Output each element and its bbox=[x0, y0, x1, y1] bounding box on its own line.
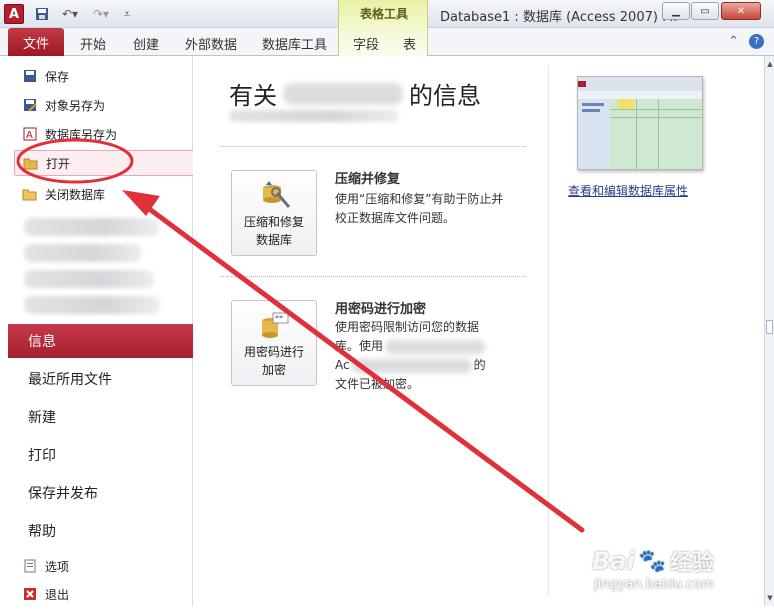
baidu-watermark: Bai 🐾 经验 jingyan.baidu.com bbox=[592, 545, 762, 597]
backstage-tab-info[interactable]: 信息 bbox=[8, 324, 201, 358]
save-as-icon bbox=[22, 97, 38, 113]
cmd-save-object-as[interactable]: 对象另存为 bbox=[8, 93, 193, 117]
open-folder-icon bbox=[23, 155, 39, 171]
scroll-thumb[interactable] bbox=[766, 320, 773, 334]
cmd-open[interactable]: 打开 bbox=[14, 150, 194, 176]
encrypt-desc: 使用密码限制访问您的数据 库。使用 Ac 的 文件已被加密。 bbox=[335, 320, 486, 391]
thumbnail-image bbox=[578, 77, 702, 169]
maximize-button[interactable]: ▭ bbox=[691, 2, 719, 20]
cmd-save[interactable]: 保存 bbox=[8, 64, 193, 88]
context-group-label: 表格工具 bbox=[359, 7, 408, 21]
section-divider bbox=[221, 276, 526, 277]
access-app-icon[interactable]: A bbox=[4, 4, 24, 24]
svg-text:A: A bbox=[26, 130, 33, 141]
save-icon bbox=[22, 68, 38, 84]
baidu-brand-text: Bai bbox=[592, 547, 635, 575]
tab-file[interactable]: 文件 bbox=[8, 28, 64, 56]
help-icon[interactable]: ? bbox=[749, 34, 764, 49]
backstage-tab-help[interactable]: 帮助 bbox=[8, 514, 193, 548]
qat-redo-icon[interactable]: ↷▾ bbox=[89, 5, 113, 23]
backstage-tab-print[interactable]: 打印 bbox=[8, 438, 193, 472]
database-thumbnail[interactable] bbox=[577, 76, 703, 170]
backstage-tab-recent[interactable]: 最近所用文件 bbox=[8, 362, 193, 396]
compact-repair-title: 压缩并修复 bbox=[335, 172, 401, 187]
redacted-path bbox=[229, 110, 399, 122]
recent-file-blurred[interactable] bbox=[24, 270, 154, 288]
backstage-sidebar: 保存 对象另存为 A 数据库另存为 打开 关闭数据库 信息 最近所用文件 新建 … bbox=[8, 56, 201, 606]
minimize-ribbon-icon[interactable]: ⌃ bbox=[728, 34, 739, 49]
redacted-text bbox=[385, 339, 486, 354]
compact-repair-desc: 使用“压缩和修复”有助于防止并校正数据库文件问题。 bbox=[335, 192, 504, 225]
svg-text:**: ** bbox=[275, 314, 283, 323]
table-tools-context-group: 表格工具 字段 表 bbox=[338, 0, 428, 56]
recent-file-blurred[interactable] bbox=[24, 244, 142, 262]
tab-home[interactable]: 开始 bbox=[80, 34, 106, 53]
cmd-exit[interactable]: 退出 bbox=[8, 582, 193, 606]
backstage-tab-save-publish[interactable]: 保存并发布 bbox=[8, 476, 193, 510]
database-save-as-icon: A bbox=[22, 126, 38, 142]
info-heading: 有关 的信息 bbox=[229, 82, 481, 110]
baidu-url-text: jingyan.baidu.com bbox=[594, 577, 714, 592]
scroll-down-icon[interactable]: ▼ bbox=[765, 592, 774, 604]
qat-customize-icon[interactable]: ⩡ bbox=[120, 5, 134, 23]
section-divider bbox=[221, 146, 526, 147]
tab-fields[interactable]: 字段 bbox=[353, 34, 379, 53]
close-folder-icon bbox=[22, 186, 38, 202]
recent-file-blurred[interactable] bbox=[24, 296, 160, 314]
minimize-button[interactable]: ▁ bbox=[662, 2, 690, 20]
compact-repair-icon bbox=[263, 181, 291, 208]
baidu-jingyan-text: 经验 bbox=[670, 551, 715, 576]
cmd-close-database[interactable]: 关闭数据库 bbox=[8, 182, 193, 206]
view-edit-properties-link[interactable]: 查看和编辑数据库属性 bbox=[568, 182, 688, 199]
cmd-options[interactable]: 选项 bbox=[8, 554, 193, 578]
tab-create[interactable]: 创建 bbox=[133, 34, 159, 53]
tab-external-data[interactable]: 外部数据 bbox=[185, 34, 237, 53]
qat-save-icon[interactable] bbox=[33, 5, 51, 23]
encrypt-password-button[interactable]: ** 用密码进行 加密 bbox=[231, 300, 317, 386]
tab-database-tools[interactable]: 数据库工具 bbox=[262, 34, 327, 53]
compact-repair-button[interactable]: 压缩和修复 数据库 bbox=[231, 170, 317, 256]
panel-divider bbox=[548, 66, 549, 596]
paw-icon: 🐾 bbox=[638, 548, 667, 574]
backstage-tab-new[interactable]: 新建 bbox=[8, 400, 193, 434]
redacted-filename bbox=[283, 82, 403, 105]
redacted-text bbox=[351, 358, 472, 373]
window-title: Database1 : 数据库 (Access 2007) M. bbox=[440, 10, 678, 25]
encrypt-title: 用密码进行加密 bbox=[335, 302, 427, 317]
encrypt-database-icon: ** bbox=[262, 312, 289, 338]
options-icon bbox=[22, 558, 38, 574]
cmd-save-database-as[interactable]: A 数据库另存为 bbox=[8, 122, 193, 146]
scroll-up-icon[interactable]: ▲ bbox=[765, 58, 774, 70]
close-button[interactable]: ✕ bbox=[721, 2, 761, 20]
vertical-scrollbar[interactable]: ▲ ▼ bbox=[764, 56, 774, 606]
info-panel: 有关 的信息 压缩和修复 数据库 压缩并修复 使用“压缩和修复”有助于防止并校正… bbox=[193, 56, 764, 606]
exit-icon bbox=[22, 586, 38, 602]
tab-table[interactable]: 表 bbox=[403, 34, 416, 53]
recent-file-blurred[interactable] bbox=[24, 218, 159, 236]
qat-undo-icon[interactable]: ↶▾ bbox=[58, 5, 82, 23]
